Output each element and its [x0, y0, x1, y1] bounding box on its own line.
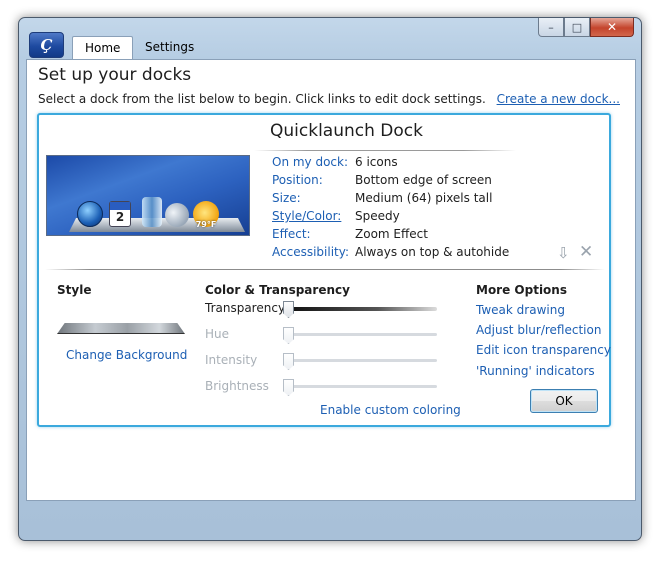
info-value: Zoom Effect — [355, 227, 428, 241]
info-value: Medium (64) pixels tall — [355, 191, 493, 205]
windows-orb-icon — [77, 201, 103, 227]
color-heading: Color & Transparency — [205, 283, 350, 297]
hue-track — [289, 333, 437, 336]
dock-style-swatch[interactable] — [57, 323, 185, 334]
page-title: Set up your docks — [38, 65, 192, 85]
dock-card[interactable]: Quicklaunch Dock 2 79°F On my dock: 6 ic… — [37, 113, 611, 427]
page-subtitle: Select a dock from the list below to beg… — [38, 92, 486, 106]
info-row-accessibility: Accessibility: Always on top & autohide — [272, 245, 532, 263]
weather-temp: 79°F — [195, 220, 217, 229]
hue-label: Hue — [205, 327, 230, 341]
section-divider — [45, 269, 605, 270]
info-label: On my dock: — [272, 155, 349, 169]
tab-settings[interactable]: Settings — [133, 36, 206, 59]
style-color-link[interactable]: Style/Color: — [272, 209, 341, 223]
transparency-track[interactable] — [289, 307, 437, 311]
title-divider — [254, 150, 516, 151]
info-label: Position: — [272, 173, 323, 187]
info-value: Always on top & autohide — [355, 245, 510, 259]
app-window: – □ ✕ Ç Home Settings Set up your docks … — [18, 17, 642, 541]
maximize-button[interactable]: □ — [564, 18, 590, 37]
enable-custom-coloring-link[interactable]: Enable custom coloring — [320, 403, 461, 417]
info-label: Effect: — [272, 227, 311, 241]
transparency-slider-thumb[interactable] — [283, 301, 294, 318]
intensity-label: Intensity — [205, 353, 258, 367]
brightness-track — [289, 385, 437, 388]
create-dock-link[interactable]: Create a new dock... — [497, 92, 620, 106]
adjust-blur-link[interactable]: Adjust blur/reflection — [476, 323, 601, 337]
info-row-effect: Effect: Zoom Effect — [272, 227, 532, 245]
remove-icon[interactable]: ✕ — [579, 242, 593, 262]
info-label: Size: — [272, 191, 301, 205]
hue-slider-thumb — [283, 327, 294, 344]
calendar-icon: 2 — [109, 201, 131, 227]
export-icon[interactable]: ⇩ — [557, 244, 570, 262]
intensity-track — [289, 359, 437, 362]
satellite-icon — [165, 203, 189, 227]
info-row-size: Size: Medium (64) pixels tall — [272, 191, 532, 209]
info-value: Bottom edge of screen — [355, 173, 492, 187]
tweak-drawing-link[interactable]: Tweak drawing — [476, 303, 565, 317]
glass-app-icon — [142, 197, 162, 227]
info-row-style: Style/Color: Speedy — [272, 209, 532, 227]
brightness-slider-thumb — [283, 379, 294, 396]
transparency-label: Transparency — [205, 301, 286, 315]
window-controls: – □ ✕ — [538, 18, 634, 38]
edit-icon-transparency-link[interactable]: Edit icon transparency — [476, 343, 611, 357]
info-row-position: Position: Bottom edge of screen — [272, 173, 532, 191]
home-content: Set up your docks Select a dock from the… — [26, 59, 636, 501]
dock-title: Quicklaunch Dock — [270, 121, 423, 141]
weather-icon: 79°F — [193, 201, 219, 229]
info-value: 6 icons — [355, 155, 398, 169]
more-options-heading: More Options — [476, 283, 567, 297]
change-background-link[interactable]: Change Background — [66, 348, 187, 362]
style-heading: Style — [57, 283, 92, 297]
calendar-day: 2 — [115, 210, 125, 224]
minimize-button[interactable]: – — [538, 18, 564, 37]
ok-button[interactable]: OK — [530, 389, 598, 413]
dock-preview: 2 79°F — [46, 155, 250, 236]
tab-home[interactable]: Home — [72, 36, 134, 60]
close-button[interactable]: ✕ — [590, 18, 634, 37]
running-indicators-link[interactable]: 'Running' indicators — [476, 364, 595, 378]
brightness-label: Brightness — [205, 379, 269, 393]
app-logo-icon[interactable]: Ç — [29, 32, 64, 58]
info-row-icons: On my dock: 6 icons — [272, 155, 532, 173]
intensity-slider-thumb — [283, 353, 294, 370]
info-label: Accessibility: — [272, 245, 350, 259]
info-value: Speedy — [355, 209, 400, 223]
